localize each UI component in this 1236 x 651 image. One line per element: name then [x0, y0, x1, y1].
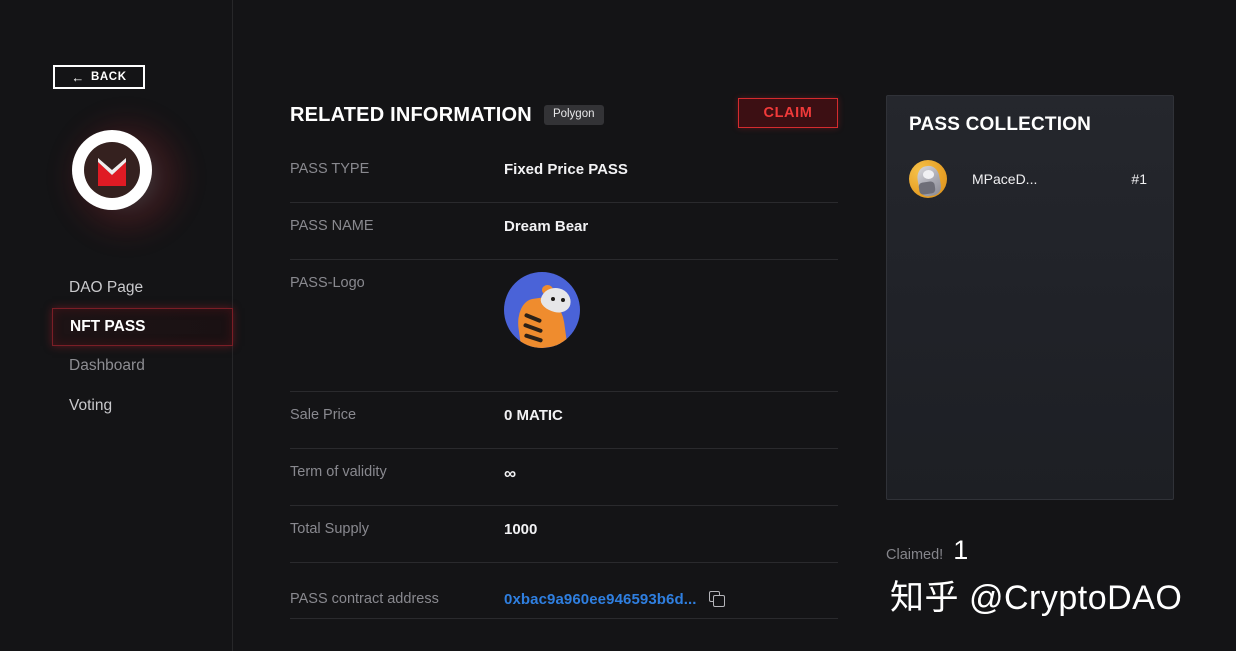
row-value: 0 MATIC — [504, 407, 563, 424]
row-value: Dream Bear — [504, 218, 589, 235]
contract-address-link[interactable]: 0xbac9a960ee946593b6d... — [504, 591, 697, 608]
claim-button[interactable]: CLAIM — [738, 98, 838, 128]
pass-collection-panel: PASS COLLECTION MPaceD... #1 — [886, 95, 1174, 500]
copy-icon[interactable] — [708, 591, 726, 608]
sidebar: ← BACK DAO Page NFT PASS Dashboard Votin… — [0, 0, 233, 651]
watermark-handle: @CryptoDAO — [968, 579, 1183, 617]
row-label: Term of validity — [290, 464, 387, 480]
astronaut-shadow — [918, 180, 936, 196]
sidebar-item-label: DAO Page — [69, 279, 144, 296]
row-label: PASS TYPE — [290, 161, 370, 177]
pass-collection-title: PASS COLLECTION — [909, 114, 1092, 135]
pass-logo-image — [504, 272, 580, 348]
list-item-name: MPaceD... — [972, 171, 1038, 187]
details-table: PASS TYPE Fixed Price PASS PASS NAME Dre… — [290, 146, 838, 619]
table-row-contract-address: PASS contract address 0xbac9a960ee946593… — [290, 563, 838, 619]
page-title: RELATED INFORMATION — [290, 103, 532, 126]
main-header: RELATED INFORMATION Polygon CLAIM — [290, 98, 838, 130]
table-row-term-of-validity: Term of validity ∞ — [290, 449, 838, 506]
row-value — [504, 260, 580, 348]
avatar — [909, 160, 947, 198]
table-row-pass-logo: PASS-Logo — [290, 260, 838, 392]
table-row-pass-type: PASS TYPE Fixed Price PASS — [290, 146, 838, 203]
row-label: PASS contract address — [290, 591, 439, 607]
list-item-id: #1 — [1131, 171, 1147, 187]
sidebar-item-nft-pass[interactable]: NFT PASS — [52, 308, 233, 346]
sidebar-item-voting[interactable]: Voting — [0, 386, 233, 426]
row-label: PASS-Logo — [290, 275, 365, 291]
tiger-eye — [561, 298, 565, 302]
row-label: Total Supply — [290, 521, 369, 537]
sidebar-item-dao-page[interactable]: DAO Page — [0, 268, 233, 308]
tiger-eye — [551, 297, 555, 301]
dao-logo-icon — [72, 130, 152, 210]
back-button-label: BACK — [90, 71, 127, 83]
row-label: Sale Price — [290, 407, 357, 423]
sidebar-nav: DAO Page NFT PASS Dashboard Voting — [0, 268, 233, 426]
claimed-status: Claimed! 1 — [886, 535, 968, 566]
watermark-cn: 知乎 — [890, 578, 959, 618]
claimed-count: 1 — [953, 535, 969, 565]
sidebar-item-label: Dashboard — [69, 357, 145, 374]
main-content: RELATED INFORMATION Polygon CLAIM PASS T… — [290, 0, 838, 651]
dao-logo-mark — [98, 158, 126, 186]
back-arrow-icon: ← — [71, 69, 85, 85]
dao-logo-inner — [84, 142, 140, 198]
claimed-label: Claimed! — [886, 547, 944, 563]
table-row-total-supply: Total Supply 1000 — [290, 506, 838, 563]
table-row-pass-name: PASS NAME Dream Bear — [290, 203, 838, 260]
contract-address-group: 0xbac9a960ee946593b6d... — [504, 563, 726, 608]
back-button[interactable]: ← BACK — [53, 65, 145, 89]
row-value: Fixed Price PASS — [504, 161, 628, 178]
astronaut-visor — [923, 170, 934, 179]
watermark: 知乎 @CryptoDAO — [890, 570, 1182, 619]
claim-button-label: CLAIM — [763, 105, 813, 121]
list-item[interactable]: MPaceD... #1 — [909, 159, 1155, 199]
app-root: ← BACK DAO Page NFT PASS Dashboard Votin… — [0, 0, 1236, 651]
row-label: PASS NAME — [290, 218, 374, 234]
dao-logo-container — [54, 102, 216, 252]
copy-icon-front — [712, 595, 725, 607]
row-value: ∞ — [504, 464, 517, 483]
chain-badge: Polygon — [543, 105, 604, 125]
sidebar-item-dashboard[interactable]: Dashboard — [0, 346, 233, 386]
table-row-sale-price: Sale Price 0 MATIC — [290, 392, 838, 449]
sidebar-item-label: Voting — [69, 397, 113, 414]
row-value: 1000 — [504, 521, 538, 538]
sidebar-item-label: NFT PASS — [70, 318, 146, 335]
